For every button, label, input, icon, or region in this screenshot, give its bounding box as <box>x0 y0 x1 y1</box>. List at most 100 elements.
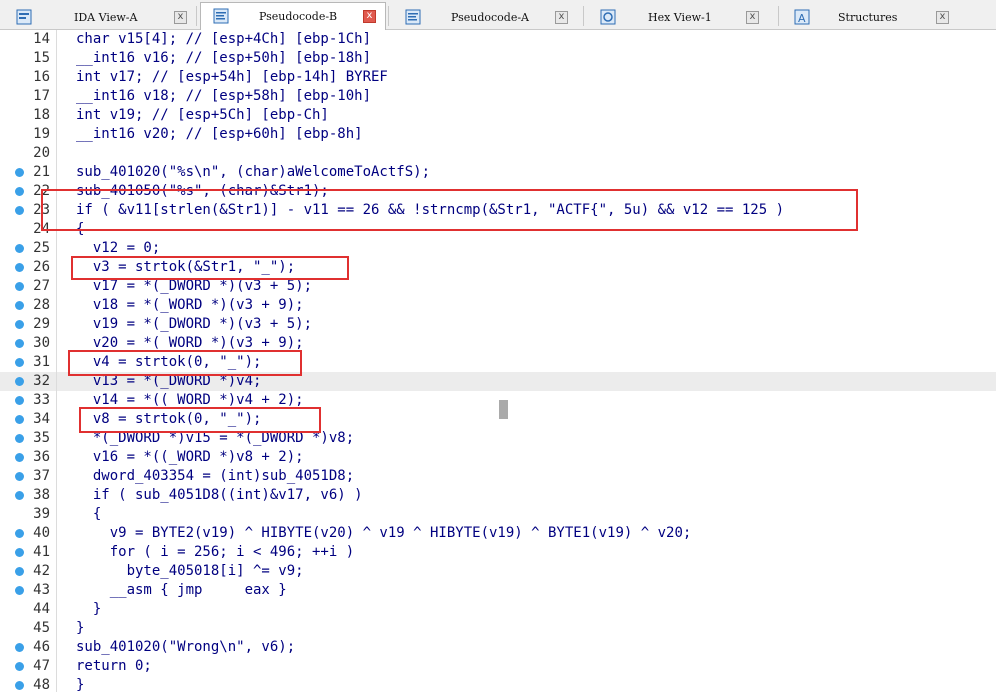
code-line[interactable]: 40 v9 = BYTE2(v19) ^ HIBYTE(v20) ^ v19 ^… <box>0 524 996 543</box>
code-line[interactable]: 20 <box>0 144 996 163</box>
line-number: 34 <box>33 411 50 427</box>
code-text[interactable]: dword_403354 = (int)sub_4051D8; <box>76 467 354 486</box>
code-line[interactable]: 39 { <box>0 505 996 524</box>
code-line[interactable]: 21 sub_401020("%s\n", (char)aWelcomeToAct… <box>0 163 996 182</box>
close-icon[interactable]: x <box>363 10 376 23</box>
breakpoint-dot-icon[interactable] <box>15 453 24 462</box>
tab-ida-view-a[interactable]: IDA View-A x <box>4 4 194 30</box>
close-icon[interactable]: x <box>174 11 187 24</box>
code-text[interactable]: } <box>76 600 101 619</box>
breakpoint-dot-icon[interactable] <box>15 263 24 272</box>
code-line[interactable]: 14 char v15[4]; // [esp+4Ch] [ebp-1Ch] <box>0 30 996 49</box>
code-text[interactable]: byte_405018[i] ^= v9; <box>76 562 304 581</box>
code-text[interactable]: sub_401020("Wrong\n", v6); <box>76 638 295 657</box>
code-text[interactable]: v16 = *((_WORD *)v8 + 2); <box>76 448 304 467</box>
code-text[interactable]: int v17; // [esp+54h] [ebp-14h] BYREF <box>76 68 388 87</box>
code-line[interactable]: 38 if ( sub_4051D8((int)&v17, v6) ) <box>0 486 996 505</box>
line-number: 39 <box>33 506 50 522</box>
code-text[interactable]: } <box>76 619 84 638</box>
line-number: 45 <box>33 620 50 636</box>
breakpoint-dot-icon[interactable] <box>15 548 24 557</box>
breakpoint-dot-icon[interactable] <box>15 282 24 291</box>
code-text[interactable]: __int16 v18; // [esp+58h] [ebp-10h] <box>76 87 371 106</box>
code-text[interactable]: v18 = *(_WORD *)(v3 + 9); <box>76 296 304 315</box>
close-icon[interactable]: x <box>746 11 759 24</box>
line-number: 31 <box>33 354 50 370</box>
breakpoint-dot-icon[interactable] <box>15 168 24 177</box>
hex-view-icon <box>600 9 616 25</box>
code-text[interactable]: int v19; // [esp+5Ch] [ebp-Ch] <box>76 106 329 125</box>
code-line[interactable]: 36 v16 = *((_WORD *)v8 + 2); <box>0 448 996 467</box>
tab-hex-view-1[interactable]: Hex View-1 x <box>588 4 776 30</box>
breakpoint-dot-icon[interactable] <box>15 529 24 538</box>
code-line[interactable]: 46 sub_401020("Wrong\n", v6); <box>0 638 996 657</box>
code-line[interactable]: 29 v19 = *(_DWORD *)(v3 + 5); <box>0 315 996 334</box>
breakpoint-dot-icon[interactable] <box>15 244 24 253</box>
code-line[interactable]: 42 byte_405018[i] ^= v9; <box>0 562 996 581</box>
code-text[interactable]: for ( i = 256; i < 496; ++i ) <box>76 543 354 562</box>
breakpoint-dot-icon[interactable] <box>15 681 24 690</box>
line-number: 33 <box>33 392 50 408</box>
breakpoint-dot-icon[interactable] <box>15 586 24 595</box>
code-text[interactable]: { <box>76 505 101 524</box>
line-number: 17 <box>33 88 50 104</box>
close-icon[interactable]: x <box>936 11 949 24</box>
breakpoint-dot-icon[interactable] <box>15 567 24 576</box>
code-line[interactable]: 37 dword_403354 = (int)sub_4051D8; <box>0 467 996 486</box>
breakpoint-dot-icon[interactable] <box>15 491 24 500</box>
code-text[interactable]: return 0; <box>76 657 152 676</box>
highlight-box-line-23 <box>41 189 858 231</box>
code-text[interactable]: __asm { jmp eax } <box>76 581 287 600</box>
code-line[interactable]: 18 int v19; // [esp+5Ch] [ebp-Ch] <box>0 106 996 125</box>
tab-label: Pseudocode-A <box>451 11 530 24</box>
code-line[interactable]: 45} <box>0 619 996 638</box>
code-text[interactable]: char v15[4]; // [esp+4Ch] [ebp-1Ch] <box>76 30 371 49</box>
code-line[interactable]: 19 __int16 v20; // [esp+60h] [ebp-8h] <box>0 125 996 144</box>
code-text[interactable]: sub_401020("%s\n", (char)aWelcomeToActfS… <box>76 163 430 182</box>
code-line[interactable]: 41 for ( i = 256; i < 496; ++i ) <box>0 543 996 562</box>
line-number: 48 <box>33 677 50 693</box>
breakpoint-dot-icon[interactable] <box>15 301 24 310</box>
tab-separator <box>196 6 197 26</box>
highlight-box-line-31 <box>68 350 302 376</box>
code-line[interactable]: 48} <box>0 676 996 695</box>
breakpoint-dot-icon[interactable] <box>15 206 24 215</box>
line-number: 42 <box>33 563 50 579</box>
code-line[interactable]: 28 v18 = *(_WORD *)(v3 + 9); <box>0 296 996 315</box>
code-text[interactable]: __int16 v20; // [esp+60h] [ebp-8h] <box>76 125 363 144</box>
code-line[interactable]: 15 __int16 v16; // [esp+50h] [ebp-18h] <box>0 49 996 68</box>
breakpoint-dot-icon[interactable] <box>15 358 24 367</box>
code-line[interactable]: 17 __int16 v18; // [esp+58h] [ebp-10h] <box>0 87 996 106</box>
line-number: 14 <box>33 31 50 47</box>
horizontal-scroll-thumb[interactable] <box>499 400 508 419</box>
code-text[interactable]: v19 = *(_DWORD *)(v3 + 5); <box>76 315 312 334</box>
tab-structures[interactable]: A Structures x <box>782 4 992 30</box>
code-text[interactable]: if ( sub_4051D8((int)&v17, v6) ) <box>76 486 363 505</box>
line-number: 36 <box>33 449 50 465</box>
code-line[interactable]: 16 int v17; // [esp+54h] [ebp-14h] BYREF <box>0 68 996 87</box>
breakpoint-dot-icon[interactable] <box>15 472 24 481</box>
close-icon[interactable]: x <box>555 11 568 24</box>
breakpoint-dot-icon[interactable] <box>15 320 24 329</box>
breakpoint-dot-icon[interactable] <box>15 662 24 671</box>
breakpoint-dot-icon[interactable] <box>15 396 24 405</box>
code-line[interactable]: 47 return 0; <box>0 657 996 676</box>
tab-pseudocode-b[interactable]: Pseudocode-B x <box>200 2 386 30</box>
line-number: 32 <box>33 373 50 389</box>
breakpoint-dot-icon[interactable] <box>15 415 24 424</box>
pseudocode-icon <box>213 8 229 24</box>
code-line[interactable]: 44 } <box>0 600 996 619</box>
code-text[interactable]: __int16 v16; // [esp+50h] [ebp-18h] <box>76 49 371 68</box>
code-text[interactable]: } <box>76 676 84 695</box>
code-text[interactable]: v9 = BYTE2(v19) ^ HIBYTE(v20) ^ v19 ^ HI… <box>76 524 692 543</box>
code-line[interactable]: 43 __asm { jmp eax } <box>0 581 996 600</box>
breakpoint-dot-icon[interactable] <box>15 377 24 386</box>
breakpoint-dot-icon[interactable] <box>15 187 24 196</box>
breakpoint-dot-icon[interactable] <box>15 434 24 443</box>
pseudocode-editor[interactable]: 48} 47 return 0; 46 sub_401020("Wrong\n", v6… <box>0 30 996 695</box>
breakpoint-dot-icon[interactable] <box>15 643 24 652</box>
highlight-box-line-26 <box>71 256 349 280</box>
tab-pseudocode-a[interactable]: Pseudocode-A x <box>393 4 581 30</box>
tab-separator <box>388 6 389 26</box>
breakpoint-dot-icon[interactable] <box>15 339 24 348</box>
